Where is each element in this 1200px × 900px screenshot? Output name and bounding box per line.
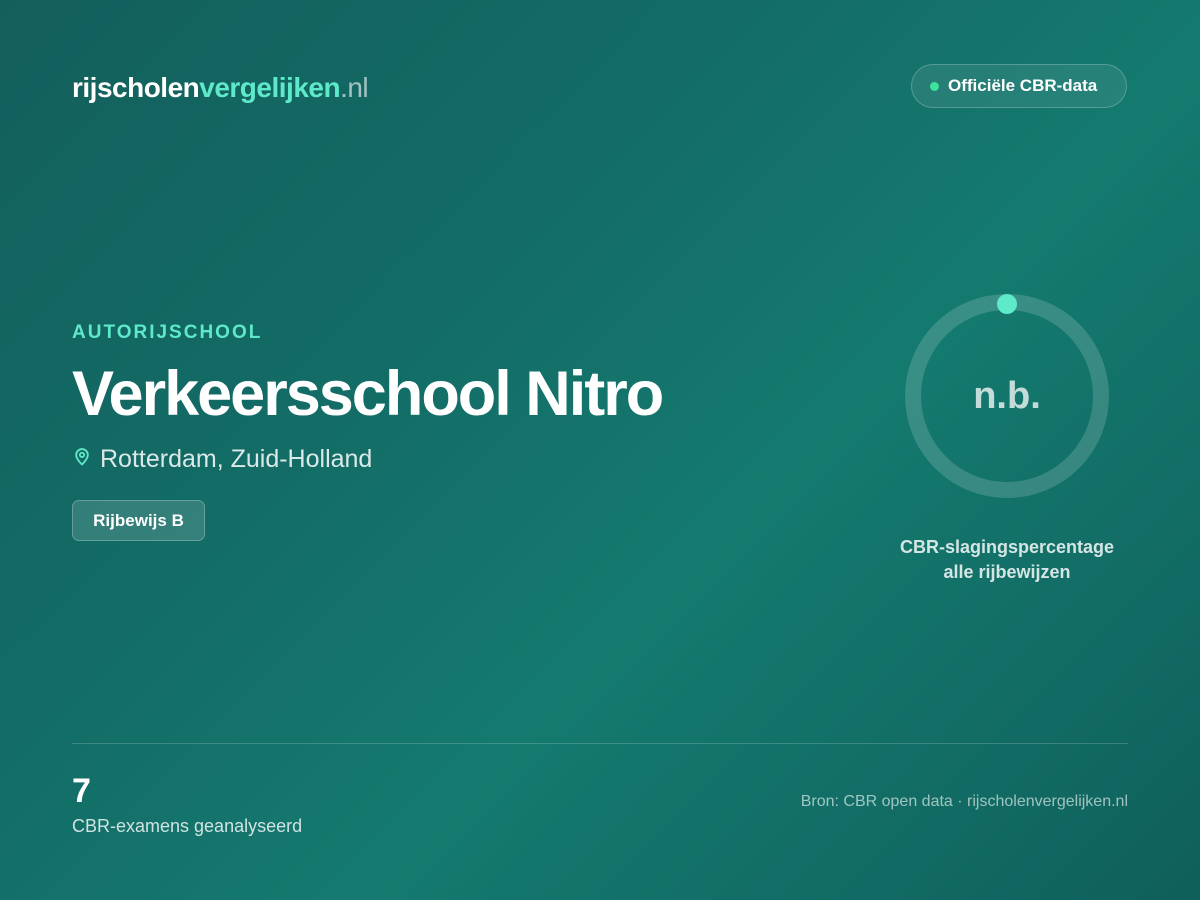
cbr-data-badge: Officiële CBR-data bbox=[911, 64, 1127, 108]
pass-rate-label-line2: alle rijbewijzen bbox=[943, 562, 1071, 582]
pass-rate-label: CBR-slagingspercentage alle rijbewijzen bbox=[857, 535, 1157, 585]
school-location: Rotterdam, Zuid-Holland bbox=[72, 445, 372, 474]
exams-label: CBR-examens geanalyseerd bbox=[72, 816, 303, 836]
school-category: AUTORIJSCHOOL bbox=[72, 322, 263, 343]
pass-rate-label-line1: CBR-slagingspercentage bbox=[899, 537, 1115, 557]
logo-part-tld: .nl bbox=[340, 72, 369, 103]
page-title: Verkeersschool Nitro bbox=[72, 359, 664, 429]
status-dot-icon bbox=[930, 81, 939, 91]
site-logo[interactable]: rijscholenvergelijken.nl bbox=[72, 72, 369, 104]
logo-part-vergelijken: vergelijken bbox=[199, 72, 341, 103]
divider bbox=[72, 743, 1128, 744]
source-note: Bron: CBR open data · rijscholenvergelij… bbox=[800, 793, 1128, 810]
exams-count: 7 bbox=[72, 772, 91, 810]
logo-part-rijscholen: rijscholen bbox=[72, 72, 200, 103]
license-badge: Rijbewijs B bbox=[72, 500, 205, 541]
pass-rate-gauge: n.b. bbox=[897, 286, 1117, 506]
pass-rate-value: n.b. bbox=[973, 374, 1041, 417]
map-pin-icon bbox=[72, 445, 92, 474]
location-text: Rotterdam, Zuid-Holland bbox=[100, 445, 373, 473]
badge-label: Officiële CBR-data bbox=[948, 76, 1098, 95]
